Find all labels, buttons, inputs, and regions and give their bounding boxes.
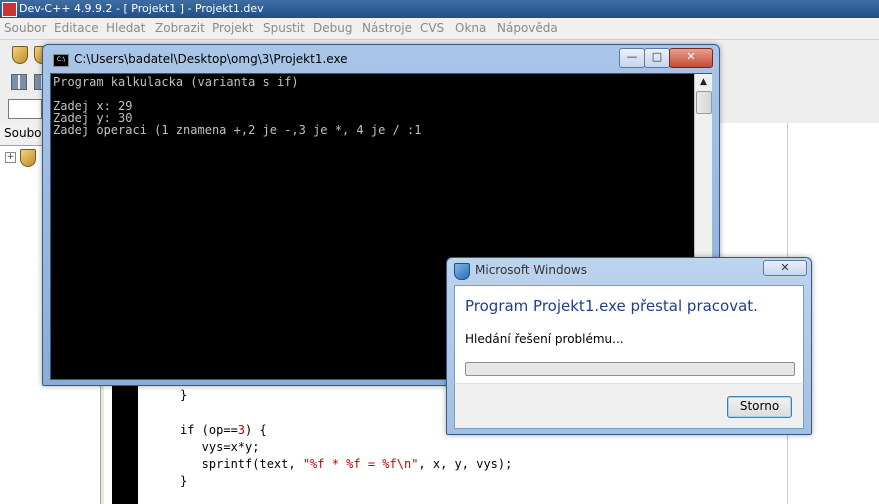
scroll-thumb[interactable] bbox=[696, 91, 712, 114]
menu-nastroje[interactable]: Nástroje bbox=[362, 21, 412, 35]
class-combo-input[interactable] bbox=[8, 99, 42, 119]
menu-spustit[interactable]: Spustit bbox=[263, 21, 305, 35]
menu-cvs[interactable]: CVS bbox=[420, 21, 444, 35]
menu-projekt[interactable]: Projekt bbox=[212, 21, 253, 35]
menu-debug[interactable]: Debug bbox=[313, 21, 352, 35]
menu-hledat[interactable]: Hledat bbox=[106, 21, 145, 35]
dialog-close-button[interactable]: ✕ bbox=[763, 260, 807, 276]
menu-okna[interactable]: Okna bbox=[455, 21, 486, 35]
close-button[interactable]: ✕ bbox=[669, 48, 713, 68]
console-line: Zadej x: 29 bbox=[53, 99, 133, 113]
console-window-title: C:\Users\badatel\Desktop\omg\3\Projekt1.… bbox=[74, 52, 348, 66]
dialog-footer: Storno bbox=[454, 383, 804, 429]
menu-soubor[interactable]: Soubor bbox=[4, 21, 46, 35]
devcpp-app-icon bbox=[2, 2, 17, 17]
console-titlebar[interactable]: C:\ C:\Users\badatel\Desktop\omg\3\Proje… bbox=[43, 45, 719, 73]
grid-view-icon[interactable] bbox=[11, 74, 27, 90]
code-line: if (op==3) { bbox=[180, 423, 267, 437]
scroll-up-arrow-icon[interactable]: ▲ bbox=[695, 74, 712, 90]
menu-bar: Soubor Editace Hledat Zobrazit Projekt S… bbox=[0, 18, 879, 40]
code-line: } bbox=[180, 388, 188, 402]
menu-editace[interactable]: Editace bbox=[54, 21, 99, 35]
error-dialog: Microsoft Windows ✕ Program Projekt1.exe… bbox=[446, 257, 812, 435]
maximize-button[interactable]: □ bbox=[644, 48, 670, 68]
console-line: Program kalkulacka (varianta s if) bbox=[53, 75, 299, 89]
console-line: Zadej operaci (1 znamena +,2 je -,3 je *… bbox=[53, 123, 422, 137]
minimize-button[interactable]: — bbox=[619, 48, 645, 68]
tree-expand-icon[interactable]: + bbox=[5, 152, 16, 163]
cancel-button[interactable]: Storno bbox=[727, 396, 792, 418]
code-line: sprintf(text, "%f * %f = %f\n", x, y, vy… bbox=[180, 457, 513, 471]
dialog-heading: Program Projekt1.exe přestal pracovat. bbox=[465, 297, 758, 315]
dialog-status-text: Hledání řešení problému... bbox=[465, 332, 624, 346]
project-node-icon[interactable] bbox=[20, 149, 36, 167]
windows-shield-icon bbox=[454, 263, 470, 280]
project-shield-icon[interactable] bbox=[12, 46, 28, 64]
main-titlebar: Dev-C++ 4.9.9.2 - [ Projekt1 ] - Projekt… bbox=[0, 0, 879, 18]
progress-bar bbox=[465, 362, 795, 376]
menu-zobrazit[interactable]: Zobrazit bbox=[155, 21, 205, 35]
menu-napoveda[interactable]: Nápověda bbox=[497, 21, 558, 35]
dialog-title: Microsoft Windows bbox=[475, 263, 587, 277]
code-line: vys=x*y; bbox=[180, 440, 260, 454]
code-line: } bbox=[180, 474, 188, 488]
main-window-title: Dev-C++ 4.9.9.2 - [ Projekt1 ] - Projekt… bbox=[19, 2, 264, 15]
dialog-content: Program Projekt1.exe přestal pracovat. H… bbox=[454, 285, 804, 384]
console-icon: C:\ bbox=[53, 54, 69, 67]
